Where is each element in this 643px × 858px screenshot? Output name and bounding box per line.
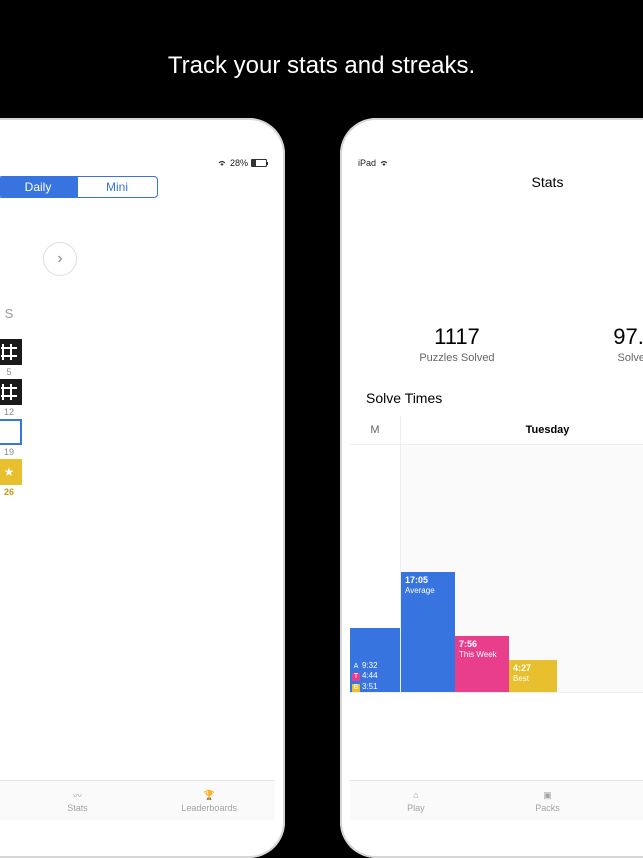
solve-times-chart: A9:32T4:44B3:51 17:05Average7:56This Wee… <box>350 445 643 693</box>
tab-bar: ▦ Archive 〰 Stats 🏆 Leaderboards <box>0 780 275 820</box>
stat-puzzles-label: Puzzles Solved <box>419 352 494 364</box>
ipad-right: iPad 4:07 PM Stats slk 1117 Puzzles Solv… <box>340 118 643 858</box>
home-icon: ⌂ <box>407 788 425 802</box>
segment-control[interactable]: Daily Mini <box>0 176 158 198</box>
day-number: 12 <box>4 407 14 417</box>
stat-rate-value: 97.0% <box>613 324 643 350</box>
bar-average: 17:05Average <box>401 572 455 692</box>
battery-icon <box>251 159 267 167</box>
status-bar: 28% <box>0 156 275 170</box>
day-number: 19 <box>4 447 14 457</box>
stats-icon: 〰 <box>69 788 87 802</box>
segment-daily[interactable]: Daily <box>0 177 78 197</box>
calendar-day[interactable]: 5 <box>0 339 24 377</box>
tagline: Track your stats and streaks. <box>0 52 643 80</box>
day-header: M Tuesday W <box>350 416 643 445</box>
username: slk <box>350 250 643 276</box>
bar-best: 4:27Best <box>509 660 557 692</box>
wifi-icon <box>379 159 389 167</box>
stat-puzzles-value: 1117 <box>419 324 494 350</box>
bar-monday-avg: A9:32T4:44B3:51 <box>350 628 400 692</box>
calendar-day[interactable]: 26 <box>0 459 24 497</box>
tab-packs[interactable]: ▣ Packs <box>482 781 614 820</box>
stats-summary: 1117 Puzzles Solved 97.0% Solve Rate <box>350 324 643 364</box>
stat-rate-label: Solve Rate <box>613 352 643 364</box>
puzzle-tile[interactable] <box>0 419 22 445</box>
tab-archive[interactable]: ▦ Archive <box>0 781 12 820</box>
day-number: 5 <box>6 367 11 377</box>
puzzle-tile[interactable] <box>0 459 22 485</box>
ipad-left: 28% Daily Mini January 2019 ⌄ › W T F S … <box>0 118 285 858</box>
puzzle-tile[interactable] <box>0 379 22 405</box>
device-label: iPad <box>358 158 376 168</box>
segment-mini[interactable]: Mini <box>78 177 157 197</box>
calendar-grid: 2345910111216171819232425263031 <box>0 339 275 537</box>
day-number: 26 <box>4 487 14 497</box>
section-solve-times: Solve Times <box>366 390 643 406</box>
chevron-right-icon: › <box>57 250 62 268</box>
tab-archive[interactable]: ☰ Archive <box>613 781 643 820</box>
bar-this-week: 7:56This Week <box>455 636 509 692</box>
tab-bar: ⌂ Play ▣ Packs ☰ Archive <box>350 780 643 820</box>
wifi-icon <box>217 159 227 167</box>
calendar-day[interactable]: 19 <box>0 419 24 457</box>
trophy-icon: 🏆 <box>200 788 218 802</box>
status-bar: iPad 4:07 PM <box>350 156 643 170</box>
tab-leaderboards[interactable]: 🏆 Leaderboards <box>143 781 275 820</box>
packs-icon: ▣ <box>539 788 557 802</box>
weekday-header: W T F S <box>0 306 275 321</box>
next-month-button[interactable]: › <box>43 242 77 276</box>
puzzle-tile[interactable] <box>0 339 22 365</box>
page-title: Stats <box>350 170 643 190</box>
battery-pct: 28% <box>230 158 248 168</box>
tab-play[interactable]: ⌂ Play <box>350 781 482 820</box>
calendar-day[interactable]: 12 <box>0 379 24 417</box>
tab-stats[interactable]: 〰 Stats <box>12 781 144 820</box>
